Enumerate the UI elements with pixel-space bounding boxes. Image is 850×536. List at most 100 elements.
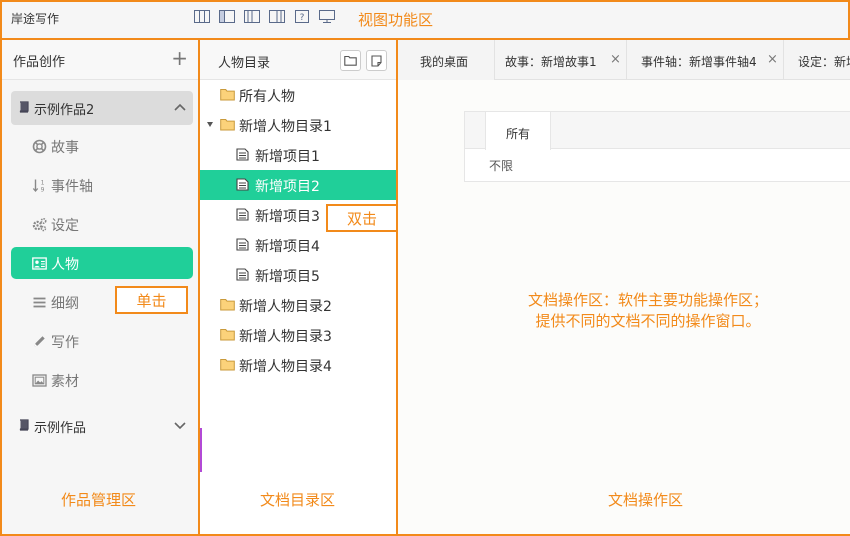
doc-area-annotation: 文档操作区 <box>608 491 684 509</box>
tree-item-label: 新增项目5 <box>255 269 320 285</box>
gears-icon <box>32 217 47 232</box>
contact-card-icon <box>32 257 47 270</box>
document-icon <box>236 238 249 251</box>
layout-4-icon[interactable] <box>269 10 285 23</box>
folder-icon <box>220 329 235 341</box>
catalog-panel: 人物目录 所有人物 新增人物目录1 新增项目1 新增项目2 新增项目3 新增项目… <box>198 38 398 536</box>
work-item-sample[interactable]: 示例作品 <box>11 409 193 443</box>
app-title: 岸途写作 <box>11 12 60 26</box>
layout-3-icon[interactable] <box>244 10 260 23</box>
folder-icon <box>220 359 235 371</box>
works-panel-title: 作品创作 <box>13 55 66 70</box>
tree-folder-2[interactable]: 新增人物目录2 <box>200 290 396 320</box>
splitter-handle-left[interactable] <box>200 428 202 472</box>
nav-item-timeline[interactable]: 1 9 事件轴 <box>11 169 193 201</box>
filter-value[interactable]: 不限 <box>489 157 513 174</box>
tree-folder-1[interactable]: 新增人物目录1 <box>200 110 396 140</box>
close-icon[interactable]: × <box>610 52 621 67</box>
view-buttons: ? <box>194 10 335 23</box>
nav-item-label: 设定 <box>51 218 79 234</box>
sort-icon: 1 9 <box>32 179 45 194</box>
tab-label: 我的桌面 <box>420 55 469 69</box>
tab-label: 设定：新增 <box>798 55 850 69</box>
tree-doc-1[interactable]: 新增项目1 <box>200 140 396 170</box>
document-icon <box>236 148 249 161</box>
chevron-down-icon[interactable] <box>173 418 187 432</box>
tree-folder-3[interactable]: 新增人物目录3 <box>200 320 396 350</box>
tree-item-label: 新增人物目录4 <box>239 359 332 375</box>
tab-my-desktop[interactable]: 我的桌面 <box>398 40 495 80</box>
catalog-panel-title: 人物目录 <box>218 56 271 71</box>
filter-tabbar: 所有 <box>465 112 850 150</box>
catalog-area-annotation: 文档目录区 <box>260 491 336 509</box>
doc-desc-line1: 文档操作区：软件主要功能操作区； <box>527 291 768 309</box>
nav-item-characters[interactable]: 人物 <box>11 247 193 279</box>
nav-item-label: 素材 <box>51 374 79 390</box>
folder-icon <box>220 299 235 311</box>
nav-item-label: 细纲 <box>51 296 79 312</box>
layout-2-icon[interactable] <box>219 10 235 23</box>
layout-1-icon[interactable] <box>194 10 210 23</box>
works-area-annotation: 作品管理区 <box>61 491 137 509</box>
tree-item-label: 新增项目2 <box>255 179 320 195</box>
filter-tab-all[interactable]: 所有 <box>485 112 551 150</box>
document-tabs: 我的桌面 故事：新增故事1 × 事件轴：新增事件轴4 × 设定：新增 <box>398 40 850 80</box>
work-item-label: 示例作品 <box>34 421 87 436</box>
nav-item-writing[interactable]: 写作 <box>11 325 193 357</box>
pencil-icon <box>34 336 45 347</box>
filter-card: 所有 不限 <box>464 111 850 182</box>
tree-doc-5[interactable]: 新增项目5 <box>200 260 396 290</box>
help-icon[interactable]: ? <box>294 10 310 23</box>
monitor-icon[interactable] <box>319 10 335 23</box>
tab-timeline[interactable]: 事件轴：新增事件轴4 × <box>627 40 784 80</box>
tree-item-label: 新增项目3 <box>255 209 320 225</box>
nav-item-settings[interactable]: 设定 <box>11 208 193 240</box>
view-area-annotation: 视图功能区 <box>358 11 434 29</box>
tree-item-label: 新增项目4 <box>255 239 320 255</box>
tree-item-label: 新增项目1 <box>255 149 320 165</box>
document-icon <box>236 208 249 221</box>
document-icon <box>236 178 249 191</box>
chevron-up-icon[interactable] <box>173 100 187 114</box>
svg-text:9: 9 <box>41 187 45 194</box>
nav-item-label: 事件轴 <box>51 179 93 195</box>
add-work-icon[interactable]: + <box>171 48 188 68</box>
tree-item-label: 所有人物 <box>239 89 295 105</box>
double-click-callout: 双击 <box>326 204 398 232</box>
tab-settings[interactable]: 设定：新增 <box>784 40 850 80</box>
nav-item-materials[interactable]: 素材 <box>11 364 193 396</box>
list-icon <box>33 297 46 308</box>
expand-triangle-icon[interactable] <box>207 122 213 127</box>
nav-item-story[interactable]: 故事 <box>11 130 193 162</box>
lifebuoy-icon <box>32 139 47 154</box>
doc-area-description: 文档操作区：软件主要功能操作区； 提供不同的文档不同的操作窗口。 <box>498 290 798 332</box>
view-toolbar: 岸途写作 ? 视图功能区 <box>0 0 850 40</box>
nav-item-label: 人物 <box>51 257 79 273</box>
single-click-callout: 单击 <box>115 286 188 314</box>
tree-doc-2[interactable]: 新增项目2 <box>200 170 396 200</box>
works-panel-header: 作品创作 + <box>2 40 198 80</box>
work-item-label: 示例作品2 <box>34 103 95 118</box>
filter-tab-label: 所有 <box>506 127 531 141</box>
tree-item-label: 新增人物目录2 <box>239 299 332 315</box>
new-folder-button[interactable] <box>340 50 361 71</box>
tab-label: 故事：新增故事1 <box>505 55 597 69</box>
single-click-label: 单击 <box>136 291 167 310</box>
tab-story[interactable]: 故事：新增故事1 × <box>495 40 627 80</box>
double-click-label: 双击 <box>346 209 377 228</box>
svg-text:1: 1 <box>41 180 45 187</box>
folder-icon <box>220 89 235 101</box>
work-item-sample2[interactable]: 示例作品2 <box>11 91 193 125</box>
document-icon <box>236 268 249 281</box>
book-icon <box>19 101 29 113</box>
new-document-button[interactable] <box>366 50 387 71</box>
book-icon <box>19 419 29 431</box>
tree-doc-4[interactable]: 新增项目4 <box>200 230 396 260</box>
nav-item-label: 写作 <box>51 335 79 351</box>
nav-item-label: 故事 <box>51 140 79 156</box>
new-document-icon <box>371 54 382 67</box>
close-icon[interactable]: × <box>767 52 778 67</box>
tree-folder-4[interactable]: 新增人物目录4 <box>200 350 396 380</box>
tree-item-label: 新增人物目录3 <box>239 329 332 345</box>
tree-folder-all[interactable]: 所有人物 <box>200 80 396 110</box>
